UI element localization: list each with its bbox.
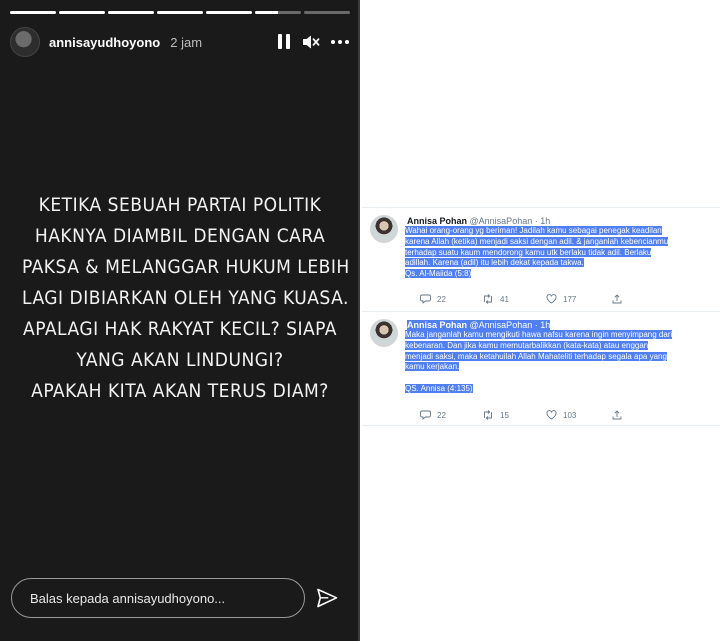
tweet-text-line: QS. Annisa (4:135) (405, 383, 473, 393)
reply-bar (11, 578, 349, 618)
reply-button[interactable]: 22 (420, 410, 446, 420)
retweet-count: 15 (500, 410, 509, 420)
progress-segment (157, 11, 203, 14)
story-text: KETIKA SEBUAH PARTAI POLITIK HAKNYA DIAM… (22, 190, 350, 407)
share-icon (612, 294, 622, 304)
tweet-thread: Annisa Pohan @AnnisaPohan · 1h Wahai ora… (362, 207, 720, 426)
like-count: 177 (563, 294, 577, 304)
tweet-text-line: Qs. Al-Maiida (5:8) (405, 269, 472, 279)
story-text-line: YANG AKAN LINDUNGI? (76, 349, 284, 371)
reply-icon (420, 294, 431, 304)
tweet-author-handle[interactable]: @AnnisaPohan (470, 216, 533, 226)
avatar[interactable] (10, 27, 40, 57)
like-button[interactable]: 177 (546, 294, 576, 304)
reply-icon (420, 410, 431, 420)
screenshot-root: annisayudhoyono 2 jam KETIKA SEBUAH PART… (0, 0, 720, 641)
progress-segment (255, 11, 301, 14)
share-button[interactable] (612, 294, 622, 304)
reply-input[interactable] (11, 578, 305, 618)
tweet-text-line: menjadi saksi, maka ketahuilah Allah Mah… (405, 351, 667, 361)
retweet-icon (482, 294, 494, 304)
story-timestamp: 2 jam (170, 34, 203, 50)
story-text-line: KETIKA SEBUAH PARTAI POLITIK (38, 194, 322, 216)
more-icon[interactable] (330, 39, 350, 45)
progress-segment (304, 11, 350, 14)
story-text-line: LAGI DIBIARKAN OLEH YANG KUASA. (22, 287, 349, 309)
pause-icon[interactable] (278, 34, 292, 50)
tweet-author-name[interactable]: Annisa Pohan (407, 320, 467, 330)
reply-count: 22 (437, 410, 446, 420)
share-icon (612, 410, 622, 420)
progress-segment (206, 11, 252, 14)
mute-icon[interactable] (302, 34, 320, 50)
reply-button[interactable]: 22 (420, 294, 446, 304)
story-progress-bar (10, 11, 350, 14)
like-count: 103 (563, 410, 577, 420)
tweet-text-line: Maka janganlah kamu mengikuti hawa nafsu… (405, 330, 673, 339)
tweet-text-line: kamu kerjakan. (405, 362, 460, 372)
retweet-icon (482, 410, 494, 420)
tweet-actions: 22 41 177 (420, 294, 680, 306)
avatar[interactable] (370, 215, 398, 243)
story-username[interactable]: annisayudhoyono (49, 35, 160, 50)
tweet-text-line: adillah. Karena (adil) itu lebih dekat k… (405, 258, 584, 268)
tweet-text-line: terhadap suatu kaum mendorong kamu utk b… (405, 247, 652, 257)
retweet-button[interactable]: 15 (482, 410, 509, 420)
tweet-author-name[interactable]: Annisa Pohan (407, 216, 467, 226)
tweet-time[interactable]: 1h (540, 216, 550, 226)
story-text-line: APAKAH KITA AKAN TERUS DIAM? (31, 380, 329, 402)
story-text-line: PAKSA & MELANGGAR HUKUM LEBIH (22, 256, 350, 278)
progress-segment (108, 11, 154, 14)
tweet-text-line: karena Allah (ketika) menjadi saksi deng… (405, 236, 669, 246)
retweet-button[interactable]: 41 (482, 294, 509, 304)
tweet[interactable]: Annisa Pohan @AnnisaPohan · 1h Wahai ora… (362, 208, 720, 312)
story-header: annisayudhoyono 2 jam (10, 26, 350, 58)
heart-icon (546, 294, 557, 304)
tweet-header: Annisa Pohan @AnnisaPohan · 1h (407, 216, 550, 226)
heart-icon (546, 410, 557, 420)
tweet-text-line: Wahai orang-orang yg beriman! Jadilah ka… (405, 226, 662, 235)
instagram-story: annisayudhoyono 2 jam KETIKA SEBUAH PART… (0, 0, 360, 641)
story-text-line: HAKNYA DIAMBIL DENGAN CARA (34, 225, 326, 247)
progress-segment (59, 11, 105, 14)
tweet-author-handle[interactable]: @AnnisaPohan (470, 320, 533, 330)
story-controls (278, 34, 350, 50)
retweet-count: 41 (500, 294, 509, 304)
avatar[interactable] (370, 319, 398, 347)
share-button[interactable] (612, 410, 622, 420)
progress-segment (10, 11, 56, 14)
send-icon[interactable] (316, 588, 338, 608)
tweet[interactable]: Annisa Pohan @AnnisaPohan · 1h Maka jang… (362, 312, 720, 426)
tweet-text-line: kebenaran. Dan jika kamu memutarbalikkan… (405, 340, 649, 350)
tweet-text: Wahai orang-orang yg beriman! Jadilah ka… (405, 226, 715, 280)
tweet-text: Maka janganlah kamu mengikuti hawa nafsu… (405, 330, 715, 395)
like-button[interactable]: 103 (546, 410, 576, 420)
panel-divider (358, 0, 360, 641)
reply-count: 22 (437, 294, 446, 304)
tweet-actions: 22 15 103 (420, 410, 680, 422)
tweet-header: Annisa Pohan @AnnisaPohan · 1h (407, 320, 551, 330)
story-text-line: APALAGI HAK RAKYAT KECIL? SIAPA (23, 318, 337, 340)
tweet-time[interactable]: 1h (540, 320, 550, 330)
